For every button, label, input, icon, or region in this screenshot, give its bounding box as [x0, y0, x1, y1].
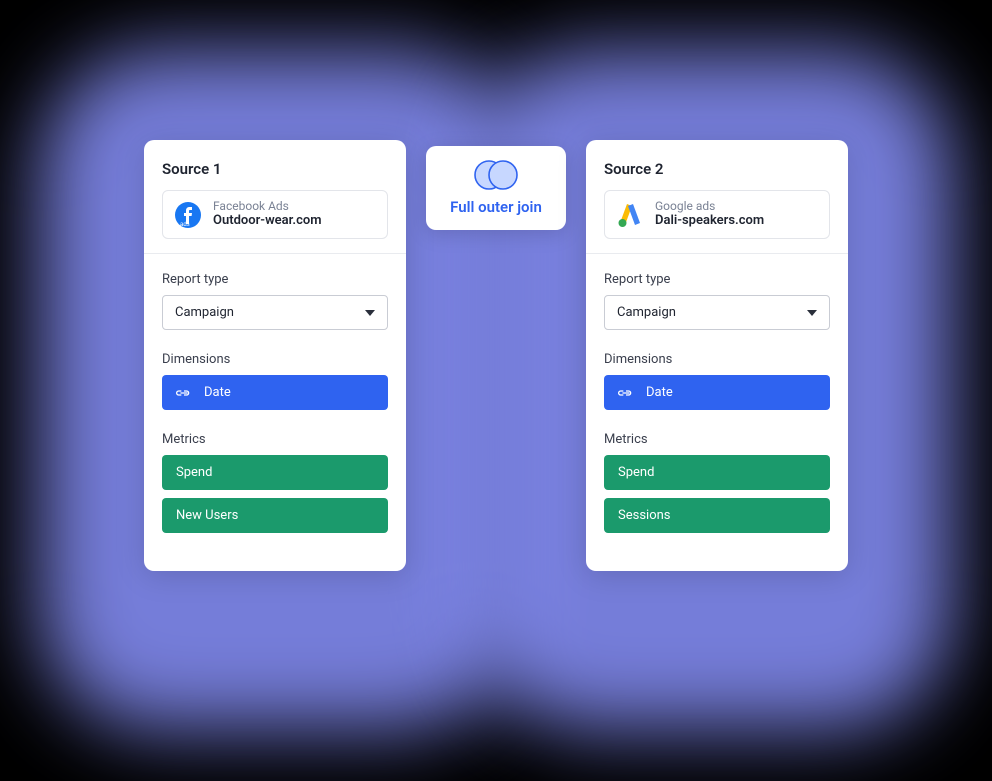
divider	[144, 253, 406, 254]
source1-platform-box[interactable]: ads Facebook Ads Outdoor-wear.com	[162, 190, 388, 239]
source2-metric2-label: Sessions	[618, 508, 671, 523]
source1-report-type-select[interactable]: Campaign	[162, 295, 388, 330]
facebook-ads-icon: ads	[173, 200, 203, 230]
venn-icon	[436, 158, 556, 192]
source1-dimension-chip[interactable]: Date	[162, 375, 388, 410]
source2-metric2-chip[interactable]: Sessions	[604, 498, 830, 533]
source1-dimension-label: Date	[204, 385, 231, 400]
source2-dimensions-label: Dimensions	[604, 352, 830, 367]
source2-metric1-label: Spend	[618, 465, 654, 480]
source2-platform: Google ads	[655, 199, 764, 213]
source1-metric2-label: New Users	[176, 508, 238, 523]
join-label: Full outer join	[436, 198, 556, 216]
source1-card: Source 1 ads Facebook Ads Outdoor-wear.c…	[144, 140, 406, 571]
svg-text:ads: ads	[180, 222, 190, 228]
source2-card: Source 2 Google ads Dali-speakers.com Re…	[586, 140, 848, 571]
chevron-down-icon	[807, 305, 817, 320]
source2-report-type-select[interactable]: Campaign	[604, 295, 830, 330]
source1-dimensions-label: Dimensions	[162, 352, 388, 367]
link-icon	[618, 388, 634, 398]
link-icon	[176, 388, 192, 398]
source2-metric1-chip[interactable]: Spend	[604, 455, 830, 490]
source2-dimension-chip[interactable]: Date	[604, 375, 830, 410]
source1-account: Outdoor-wear.com	[213, 213, 322, 230]
source1-metrics-label: Metrics	[162, 432, 388, 447]
divider	[586, 253, 848, 254]
source2-platform-box[interactable]: Google ads Dali-speakers.com	[604, 190, 830, 239]
source2-account: Dali-speakers.com	[655, 213, 764, 230]
source2-report-type-value: Campaign	[617, 305, 676, 320]
source1-title: Source 1	[162, 160, 388, 178]
source2-title: Source 2	[604, 160, 830, 178]
source2-dimension-label: Date	[646, 385, 673, 400]
join-card[interactable]: Full outer join	[426, 146, 566, 230]
source1-metric1-chip[interactable]: Spend	[162, 455, 388, 490]
source1-metric1-label: Spend	[176, 465, 212, 480]
source1-report-type-value: Campaign	[175, 305, 234, 320]
google-ads-icon	[615, 200, 645, 230]
source1-platform: Facebook Ads	[213, 199, 322, 213]
source1-text: Facebook Ads Outdoor-wear.com	[213, 199, 322, 230]
source2-metrics-label: Metrics	[604, 432, 830, 447]
source2-report-type-label: Report type	[604, 272, 830, 287]
source1-report-type-label: Report type	[162, 272, 388, 287]
source1-metric2-chip[interactable]: New Users	[162, 498, 388, 533]
chevron-down-icon	[365, 305, 375, 320]
stage: Source 1 ads Facebook Ads Outdoor-wear.c…	[0, 140, 992, 571]
source2-text: Google ads Dali-speakers.com	[655, 199, 764, 230]
